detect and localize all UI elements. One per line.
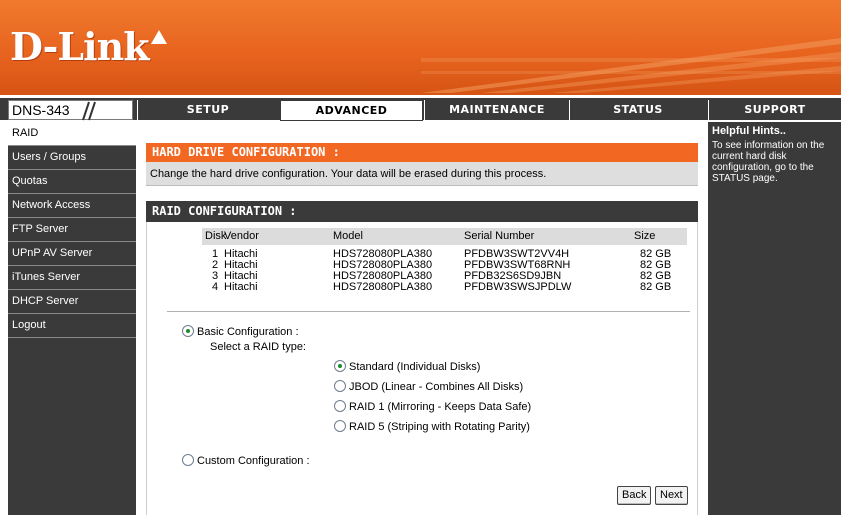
- sidebar-item-users-groups[interactable]: Users / Groups: [8, 146, 136, 170]
- slashes-decoration-icon: [82, 101, 96, 121]
- model-badge: DNS-343: [8, 100, 133, 121]
- disk-serial: PFDBW3SWSJPDLW: [464, 281, 572, 293]
- next-button[interactable]: Next: [655, 486, 688, 505]
- help-panel: Helpful Hints.. To see information on th…: [708, 122, 841, 515]
- hard-drive-config-description: Change the hard drive configuration. You…: [146, 162, 698, 186]
- help-text: To see information on the current hard d…: [712, 140, 825, 184]
- col-serial-header: Serial Number: [464, 230, 535, 242]
- sidebar-item-itunes-server[interactable]: iTunes Server: [8, 266, 136, 290]
- disk-row: 1 Hitachi HDS728080PLA380 PFDBW3SWT2VV4H…: [202, 249, 687, 260]
- raid-type-raid5-label: RAID 5 (Striping with Rotating Parity): [349, 421, 530, 433]
- disk-table-header: Disk Vendor Model Serial Number Size: [202, 228, 687, 245]
- divider: [167, 311, 690, 312]
- sidebar-item-raid[interactable]: RAID: [8, 122, 136, 146]
- custom-configuration-option[interactable]: Custom Configuration :: [182, 454, 310, 468]
- banner-stripes-decoration: [421, 38, 841, 93]
- back-button[interactable]: Back: [617, 486, 652, 505]
- dlink-logo: D-Link: [10, 24, 167, 69]
- model-name: DNS-343: [12, 102, 70, 118]
- disk-row: 4 Hitachi HDS728080PLA380 PFDBW3SWSJPDLW…: [202, 282, 687, 293]
- custom-configuration-radio[interactable]: [182, 454, 194, 467]
- tab-status[interactable]: STATUS: [569, 100, 706, 121]
- raid-type-raid1-radio[interactable]: [334, 400, 346, 413]
- basic-configuration-radio[interactable]: [182, 325, 194, 338]
- tab-setup[interactable]: SETUP: [137, 100, 278, 121]
- raid-type-standard-radio[interactable]: [334, 360, 346, 373]
- select-raid-type-label: Select a RAID type:: [210, 341, 306, 353]
- logo-text: D-Link: [10, 24, 150, 69]
- disk-model: HDS728080PLA380: [333, 281, 433, 293]
- raid-config-title: RAID CONFIGURATION :: [146, 201, 698, 222]
- sidebar: RAID Users / Groups Quotas Network Acces…: [8, 122, 136, 515]
- disk-number: 4: [212, 281, 219, 293]
- raid-type-raid1-option[interactable]: RAID 1 (Mirroring - Keeps Data Safe): [334, 400, 532, 414]
- raid-type-jbod-label: JBOD (Linear - Combines All Disks): [349, 381, 524, 393]
- main-content: HARD DRIVE CONFIGURATION : Change the ha…: [138, 122, 706, 515]
- raid-type-standard-option[interactable]: Standard (Individual Disks): [334, 360, 481, 374]
- hard-drive-config-title: HARD DRIVE CONFIGURATION :: [146, 143, 698, 162]
- raid-type-raid5-radio[interactable]: [334, 420, 346, 433]
- raid-type-standard-label: Standard (Individual Disks): [349, 361, 481, 373]
- raid-config-panel: Disk Vendor Model Serial Number Size 1 H…: [146, 222, 698, 515]
- sidebar-item-logout[interactable]: Logout: [8, 314, 136, 338]
- disk-vendor: Hitachi: [224, 281, 258, 293]
- sidebar-item-dhcp-server[interactable]: DHCP Server: [8, 290, 136, 314]
- logo-triangle-icon: [150, 30, 167, 44]
- sidebar-item-ftp-server[interactable]: FTP Server: [8, 218, 136, 242]
- header-banner: D-Link: [0, 0, 841, 95]
- top-nav: DNS-343 SETUP ADVANCED MAINTENANCE STATU…: [0, 97, 841, 121]
- col-vendor-header: Vendor: [224, 230, 259, 242]
- sidebar-item-quotas[interactable]: Quotas: [8, 170, 136, 194]
- disk-row: 3 Hitachi HDS728080PLA380 PFDB32S6SD9JBN…: [202, 271, 687, 282]
- sidebar-item-network-access[interactable]: Network Access: [8, 194, 136, 218]
- tab-advanced[interactable]: ADVANCED: [280, 100, 423, 121]
- raid-type-raid5-option[interactable]: RAID 5 (Striping with Rotating Parity): [334, 420, 530, 434]
- basic-configuration-option[interactable]: Basic Configuration :: [182, 325, 299, 339]
- basic-configuration-label: Basic Configuration :: [197, 326, 299, 338]
- col-model-header: Model: [333, 230, 363, 242]
- disk-size: 82 GB: [640, 281, 672, 293]
- sidebar-item-upnp-av-server[interactable]: UPnP AV Server: [8, 242, 136, 266]
- custom-configuration-label: Custom Configuration :: [197, 455, 310, 467]
- raid-type-jbod-radio[interactable]: [334, 380, 346, 393]
- col-size-header: Size: [634, 230, 656, 242]
- raid-type-jbod-option[interactable]: JBOD (Linear - Combines All Disks): [334, 380, 524, 394]
- help-title: Helpful Hints..: [712, 125, 786, 137]
- tab-maintenance[interactable]: MAINTENANCE: [424, 100, 569, 121]
- raid-type-raid1-label: RAID 1 (Mirroring - Keeps Data Safe): [349, 401, 532, 413]
- disk-row: 2 Hitachi HDS728080PLA380 PFDBW3SWT68RNH…: [202, 260, 687, 271]
- tab-support[interactable]: SUPPORT: [708, 100, 841, 121]
